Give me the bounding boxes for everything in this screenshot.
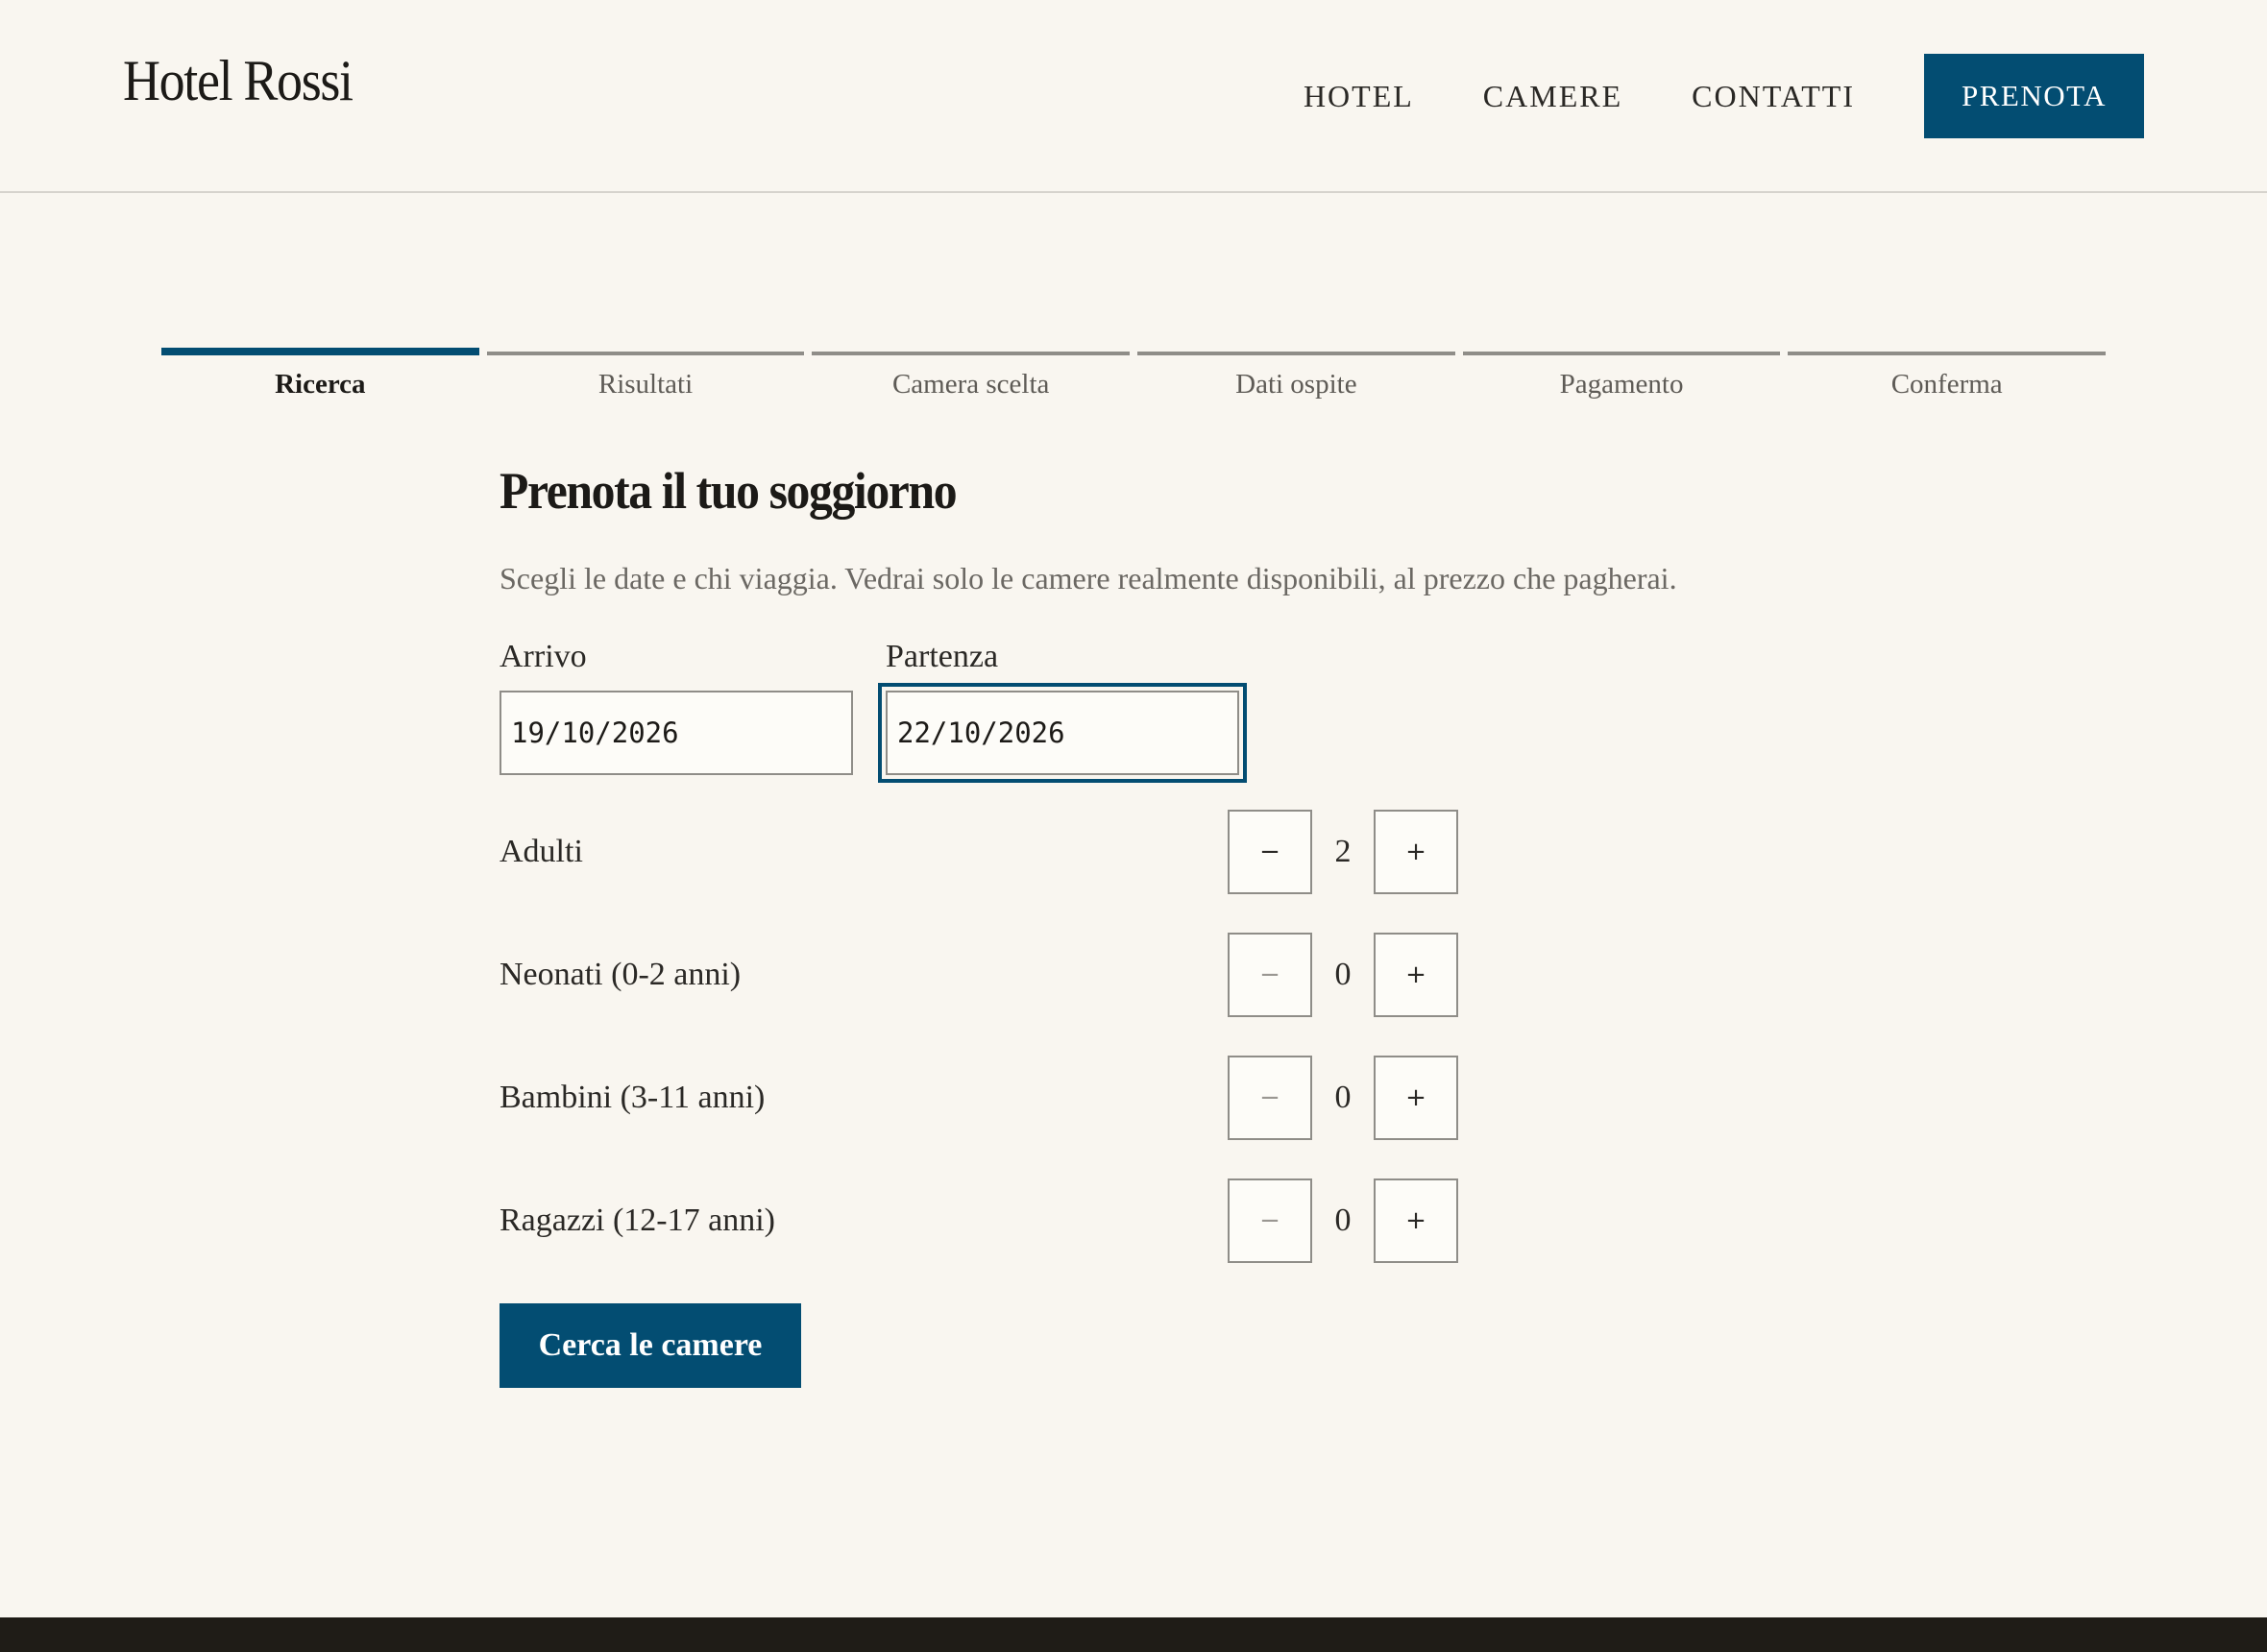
guest-row-adulti: Adulti − 2 + xyxy=(500,810,1767,894)
adulti-stepper: − 2 + xyxy=(1228,810,1458,894)
departure-label: Partenza xyxy=(886,639,999,674)
step-label: Risultati xyxy=(597,369,694,400)
neonati-count: 0 xyxy=(1334,957,1352,992)
step-bar xyxy=(486,352,805,355)
guest-row-neonati: Neonati (0-2 anni) − 0 + xyxy=(500,933,1767,1017)
guest-label: Neonati (0-2 anni) xyxy=(500,957,742,992)
departure-date-input[interactable] xyxy=(878,683,1247,783)
step-bar xyxy=(812,352,1131,355)
site-footer xyxy=(0,1617,2267,1652)
arrival-label: Arrivo xyxy=(500,639,587,674)
page-subtitle: Scegli le date e chi viaggia. Vedrai sol… xyxy=(500,561,1677,595)
guest-row-ragazzi: Ragazzi (12-17 anni) − 0 + xyxy=(500,1178,1767,1263)
ragazzi-count: 0 xyxy=(1334,1203,1352,1238)
step-bar xyxy=(1462,352,1781,355)
adulti-count: 2 xyxy=(1334,834,1352,869)
booking-search-form: Prenota il tuo soggiorno Scegli le date … xyxy=(500,461,1767,1388)
site-header: Hotel Rossi HOTEL CAMERE CONTATTI PRENOT… xyxy=(0,0,2267,193)
guest-label: Ragazzi (12-17 anni) xyxy=(500,1203,775,1238)
date-fields: Arrivo Partenza xyxy=(500,639,1767,783)
step-bar xyxy=(1788,352,2107,355)
decrement-ragazzi-button[interactable]: − xyxy=(1228,1178,1312,1263)
guest-row-bambini: Bambini (3-11 anni) − 0 + xyxy=(500,1056,1767,1140)
step-label: Camera scelta xyxy=(891,369,1050,400)
neonati-stepper: − 0 + xyxy=(1228,933,1458,1017)
step-bar xyxy=(161,348,479,355)
decrement-bambini-button[interactable]: − xyxy=(1228,1056,1312,1140)
increment-bambini-button[interactable]: + xyxy=(1374,1056,1458,1140)
step-label: Conferma xyxy=(1890,369,2003,400)
decrement-adulti-button[interactable]: − xyxy=(1228,810,1312,894)
step-pagamento: Pagamento xyxy=(1462,352,1781,401)
guest-label: Adulti xyxy=(500,834,583,869)
prenota-button[interactable]: PRENOTA xyxy=(1924,54,2144,138)
hotel-logo[interactable]: Hotel Rossi xyxy=(123,48,353,114)
departure-group: Partenza xyxy=(878,639,1247,783)
step-dati-ospite: Dati ospite xyxy=(1137,352,1455,401)
increment-neonati-button[interactable]: + xyxy=(1374,933,1458,1017)
step-camera-scelta: Camera scelta xyxy=(812,352,1131,401)
step-ricerca: Ricerca xyxy=(161,348,479,401)
nav-link-camere[interactable]: CAMERE xyxy=(1483,79,1622,114)
increment-ragazzi-button[interactable]: + xyxy=(1374,1178,1458,1263)
arrival-group: Arrivo xyxy=(500,639,853,775)
increment-adulti-button[interactable]: + xyxy=(1374,810,1458,894)
step-label: Dati ospite xyxy=(1235,369,1357,400)
bambini-count: 0 xyxy=(1334,1080,1352,1115)
guest-label: Bambini (3-11 anni) xyxy=(500,1080,766,1115)
bambini-stepper: − 0 + xyxy=(1228,1056,1458,1140)
nav-link-hotel[interactable]: HOTEL xyxy=(1304,79,1414,114)
arrival-date-input[interactable] xyxy=(500,691,853,775)
step-risultati: Risultati xyxy=(486,352,805,401)
step-label: Pagamento xyxy=(1559,369,1684,400)
booking-progress: Ricerca Risultati Camera scelta Dati osp… xyxy=(161,348,2107,401)
step-conferma: Conferma xyxy=(1788,352,2107,401)
decrement-neonati-button[interactable]: − xyxy=(1228,933,1312,1017)
page-title: Prenota il tuo soggiorno xyxy=(500,462,958,520)
ragazzi-stepper: − 0 + xyxy=(1228,1178,1458,1263)
step-label: Ricerca xyxy=(275,369,366,400)
step-bar xyxy=(1137,352,1455,355)
nav-link-contatti[interactable]: CONTATTI xyxy=(1692,79,1855,114)
search-rooms-button[interactable]: Cerca le camere xyxy=(500,1303,801,1388)
main-nav: HOTEL CAMERE CONTATTI PRENOTA xyxy=(1304,54,2144,138)
